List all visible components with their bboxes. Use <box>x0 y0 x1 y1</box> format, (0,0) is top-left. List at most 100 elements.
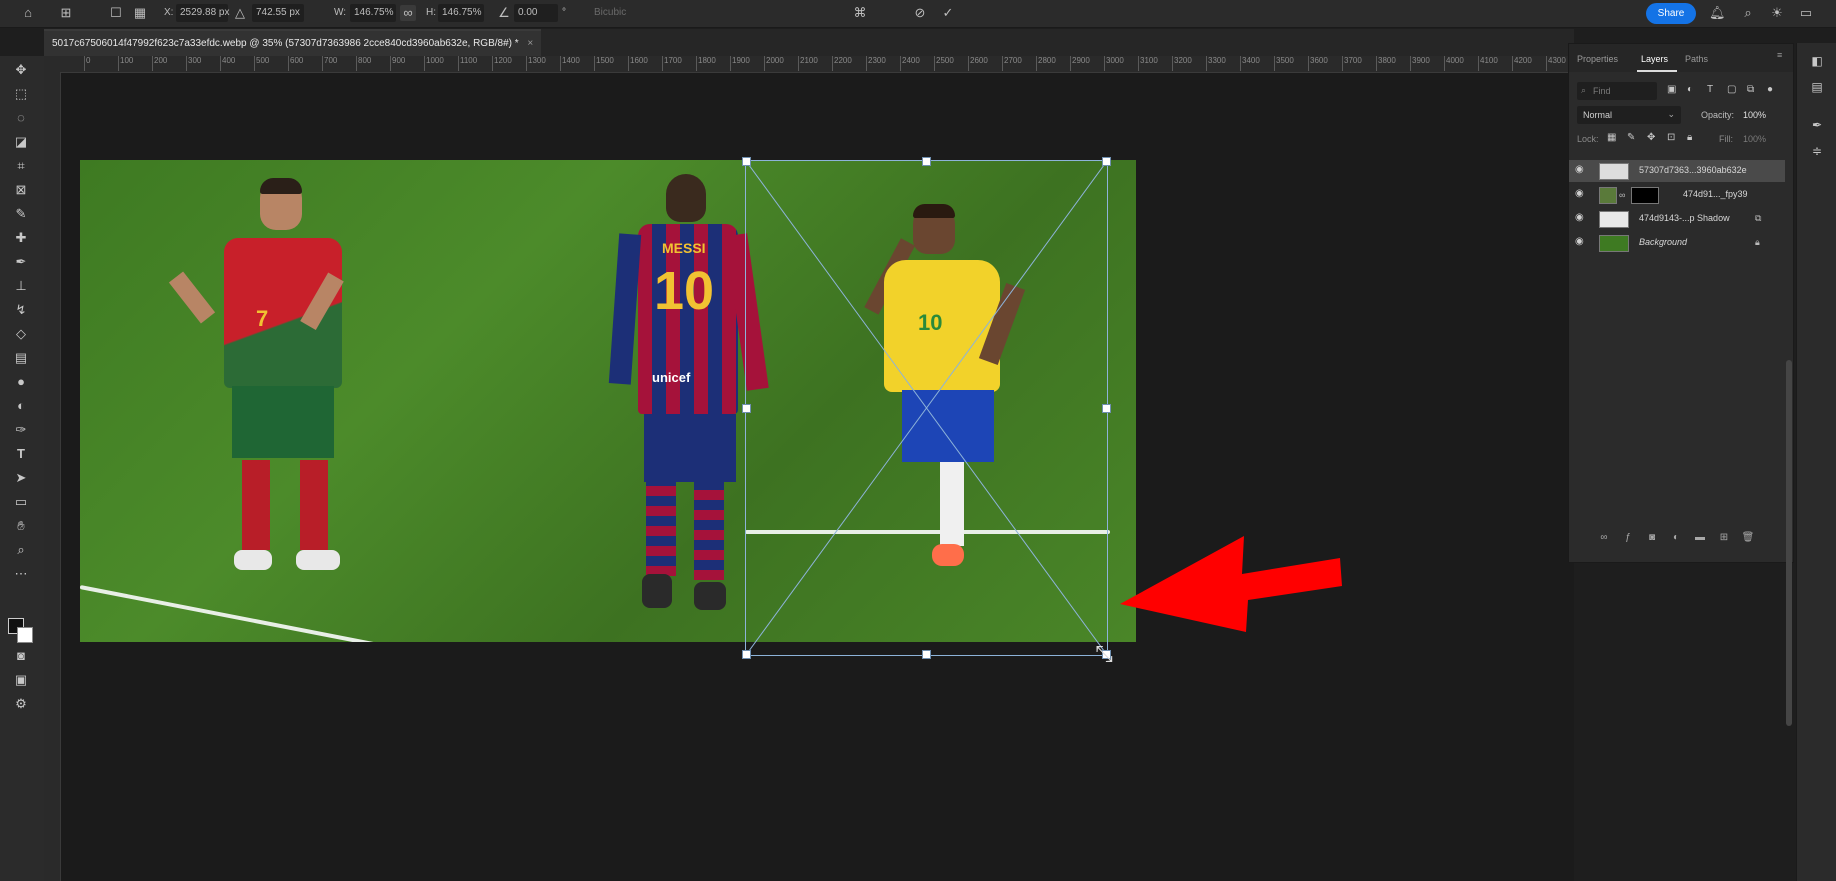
lightbulb-icon[interactable]: ☀ <box>1769 5 1785 21</box>
commit-transform-icon[interactable]: ✓ <box>940 5 956 21</box>
delete-layer-icon[interactable]: 🗑︎ <box>1741 532 1755 544</box>
search-icon[interactable]: ⌕ <box>1740 5 1756 21</box>
eye-icon[interactable]: ◉ <box>1575 165 1587 175</box>
frame-tool-icon[interactable]: ⊠ <box>11 180 31 200</box>
transform-reference-icon[interactable]: ⊞ <box>58 5 74 21</box>
layers-panel-icon[interactable]: ◧ <box>1809 53 1825 69</box>
layer-style-icon[interactable]: ƒ <box>1621 532 1635 544</box>
handle-bottom-center[interactable] <box>922 650 931 659</box>
link-layers-icon[interactable]: ∞ <box>1597 532 1611 544</box>
more-tools-icon[interactable]: ⋯ <box>11 564 31 584</box>
rectangle-tool-icon[interactable]: ▭ <box>11 492 31 512</box>
lock-transparent-icon[interactable]: ▦ <box>1607 132 1616 143</box>
tab-properties[interactable]: Properties <box>1577 54 1618 64</box>
filter-shape-icon[interactable]: ▢ <box>1727 84 1736 95</box>
blur-tool-icon[interactable]: ● <box>11 372 31 392</box>
layer-mask-thumbnail[interactable] <box>1631 187 1659 204</box>
crop-tool-icon[interactable]: ⌗ <box>11 156 31 176</box>
screen-mode-icon[interactable]: ▣ <box>11 670 31 690</box>
eye-icon[interactable]: ◉ <box>1575 213 1587 223</box>
filter-pixel-icon[interactable]: ▣ <box>1667 84 1676 95</box>
path-select-tool-icon[interactable]: ➤ <box>11 468 31 488</box>
adjustments-icon[interactable]: ≑ <box>1809 143 1825 159</box>
handle-middle-right[interactable] <box>1102 404 1111 413</box>
reference-point-grid-icon[interactable]: ▦ <box>132 5 148 21</box>
fill-value[interactable]: 100% <box>1743 134 1766 144</box>
lock-pixels-icon[interactable]: ✎ <box>1627 132 1635 143</box>
filter-smart-object-icon[interactable]: ⧉ <box>1747 84 1754 95</box>
handle-middle-left[interactable] <box>742 404 751 413</box>
right-icon-bar: ◧ ▤ ✒ ≑ <box>1796 43 1836 881</box>
angle-field[interactable]: 0.00 <box>514 4 558 22</box>
brush-tool-icon[interactable]: ✒ <box>11 252 31 272</box>
bell-icon[interactable]: 🔔︎ <box>1709 5 1726 21</box>
w-field[interactable]: 146.75% <box>350 4 396 22</box>
healing-tool-icon[interactable]: ✚ <box>11 228 31 248</box>
group-icon[interactable]: ▬ <box>1693 532 1707 544</box>
new-layer-icon[interactable]: ⊞ <box>1717 532 1731 544</box>
interpolation-dropdown[interactable]: Bicubic <box>594 7 626 18</box>
lock-artboard-icon[interactable]: ⊡ <box>1667 132 1675 143</box>
object-select-tool-icon[interactable]: ◪ <box>11 132 31 152</box>
gradient-tool-icon[interactable]: ▤ <box>11 348 31 368</box>
opacity-value[interactable]: 100% <box>1743 110 1766 120</box>
reference-point-checkbox-icon[interactable]: ☐ <box>108 5 124 21</box>
adjustment-layer-icon[interactable]: ◐ <box>1669 532 1683 544</box>
warp-icon[interactable]: ⌘ <box>852 5 868 21</box>
home-icon[interactable]: ⌂ <box>20 5 36 21</box>
add-mask-icon[interactable]: ◙ <box>1645 532 1659 544</box>
delta-icon[interactable]: △ <box>232 5 248 21</box>
quick-mask-icon[interactable]: ◙ <box>11 646 31 666</box>
tab-paths[interactable]: Paths <box>1685 54 1708 64</box>
tab-layers[interactable]: Layers <box>1641 54 1668 64</box>
handle-bottom-left[interactable] <box>742 650 751 659</box>
filter-toggle-icon[interactable]: ● <box>1767 84 1773 95</box>
layer-row-background[interactable]: ◉ Background 🔒︎ <box>1569 232 1785 254</box>
cancel-transform-icon[interactable]: ⊘ <box>912 5 928 21</box>
transform-bounding-box[interactable] <box>742 157 1111 659</box>
x-field[interactable]: 2529.88 px <box>176 4 230 22</box>
filter-type-icon[interactable]: T <box>1707 84 1713 95</box>
history-brush-tool-icon[interactable]: ↯ <box>11 300 31 320</box>
marquee-tool-icon[interactable]: ⬚ <box>11 84 31 104</box>
hand-tool-icon[interactable]: ✋︎ <box>11 516 31 536</box>
blend-mode-dropdown[interactable]: Normal ⌄ <box>1577 106 1681 124</box>
close-tab-icon[interactable]: × <box>527 38 533 49</box>
handle-top-right[interactable] <box>1102 157 1111 166</box>
eye-icon[interactable]: ◉ <box>1575 189 1587 199</box>
lasso-tool-icon[interactable]: ◌ <box>11 108 31 128</box>
layer-search-input[interactable]: ⌕ Find <box>1577 82 1657 100</box>
vertical-ruler[interactable] <box>44 72 61 881</box>
chain-icon[interactable]: ∞ <box>1619 190 1625 200</box>
brush-settings-icon[interactable]: ✒ <box>1809 117 1825 133</box>
layer-row-shadow[interactable]: ◉ 474d9143-...p Shadow ⧉ <box>1569 208 1785 230</box>
horizontal-ruler[interactable]: 0 100 200 300 400 500 600 700 800 900 1000 1100 1200… <box>60 56 1574 73</box>
layer-row-smart-object[interactable]: ◉ 57307d7363...3960ab632e <box>1569 160 1785 182</box>
h-field[interactable]: 146.75% <box>438 4 484 22</box>
share-button[interactable]: Share <box>1646 3 1696 24</box>
eyedropper-tool-icon[interactable]: ✎ <box>11 204 31 224</box>
eraser-tool-icon[interactable]: ◇ <box>11 324 31 344</box>
panel-menu-icon[interactable]: ≡ <box>1777 50 1782 60</box>
background-color-swatch[interactable] <box>17 627 33 643</box>
dodge-tool-icon[interactable]: ◐ <box>11 396 31 416</box>
pen-tool-icon[interactable]: ✑ <box>11 420 31 440</box>
y-field[interactable]: 742.55 px <box>252 4 304 22</box>
filter-adjustment-icon[interactable]: ◐ <box>1687 84 1693 95</box>
lock-position-icon[interactable]: ✥ <box>1647 132 1655 143</box>
workspace-icon[interactable]: ▭ <box>1798 5 1814 21</box>
handle-top-left[interactable] <box>742 157 751 166</box>
link-icon[interactable]: ∞ <box>400 5 416 21</box>
lock-all-icon[interactable]: 🔒︎ <box>1687 132 1692 143</box>
layer-row-masked[interactable]: ◉ ∞ 474d91..._fpy39 <box>1569 184 1785 206</box>
type-tool-icon[interactable]: T <box>11 444 31 464</box>
zoom-tool-icon[interactable]: ⌕ <box>11 540 31 560</box>
eye-icon[interactable]: ◉ <box>1575 237 1587 247</box>
panel-scrollbar[interactable] <box>1786 360 1792 726</box>
handle-top-center[interactable] <box>922 157 931 166</box>
move-tool-icon[interactable]: ✥ <box>11 60 31 80</box>
document-tab[interactable]: 5017c67506014f47992f623c7a33efdc.webp @ … <box>44 29 542 58</box>
stamp-tool-icon[interactable]: ⊥ <box>11 276 31 296</box>
edit-toolbar-icon[interactable]: ⚙ <box>11 694 31 714</box>
comments-icon[interactable]: ▤ <box>1809 79 1825 95</box>
